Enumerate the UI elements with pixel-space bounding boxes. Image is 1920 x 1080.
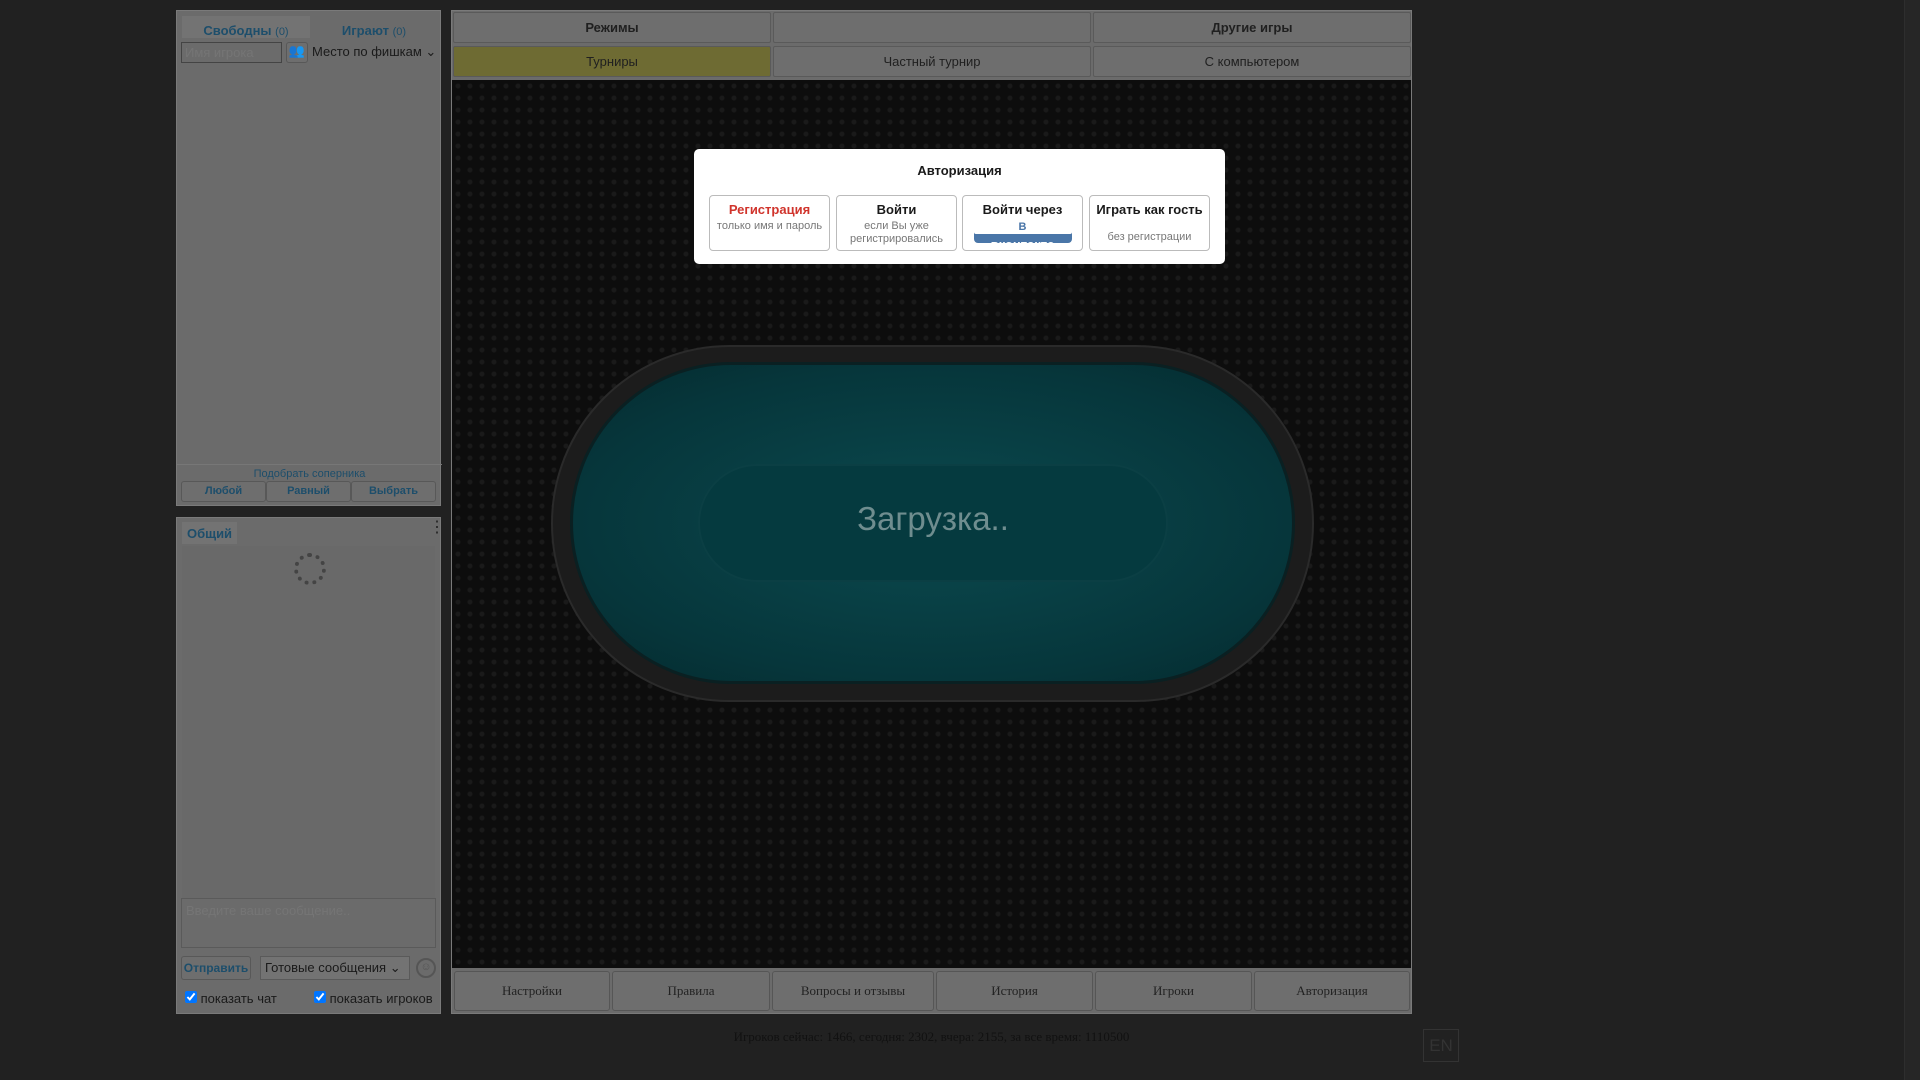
loading-text: Загрузка.. [857, 500, 1009, 537]
tab-empty[interactable] [773, 12, 1091, 43]
show-chat-checkbox[interactable]: показать чат [185, 991, 277, 1006]
chevron-down-icon: ⌄ [389, 960, 401, 975]
loading-spinner-icon [294, 553, 326, 585]
tab-modes[interactable]: Режимы [453, 12, 771, 43]
nav-auth[interactable]: Авторизация [1254, 971, 1410, 1011]
chevron-down-icon: ⌄ [425, 44, 437, 59]
match-title: Подобрать соперника [177, 464, 442, 480]
nav-rules[interactable]: Правила [612, 971, 770, 1011]
match-any-button[interactable]: Любой [181, 481, 266, 502]
vk-logo-icon: В вконтакте [973, 221, 1072, 251]
online-stats: Игроков сейчас: 1466, сегодня: 2302, вче… [733, 1029, 1130, 1044]
auth-modal-title: Авторизация [917, 163, 1002, 178]
tab-private-tournament[interactable]: Частный турнир [773, 46, 1091, 77]
nav-history[interactable]: История [936, 971, 1093, 1011]
more-menu-icon[interactable]: ⋮ [429, 520, 445, 536]
player-search-input[interactable] [181, 42, 282, 63]
tab-free[interactable]: Свободны (0) [182, 16, 310, 38]
match-equal-button[interactable]: Равный [266, 481, 351, 502]
tab-general-chat[interactable]: Общий [182, 522, 237, 544]
login-option[interactable]: Войти если Вы уже регистрировались [836, 195, 957, 251]
emoji-icon[interactable]: ☺ [416, 958, 436, 978]
nav-feedback[interactable]: Вопросы и отзывы [772, 971, 934, 1011]
friends-button[interactable]: 👥 [286, 42, 308, 63]
ready-messages-select[interactable]: Готовые сообщения ⌄ [260, 956, 410, 980]
scrollbar[interactable] [1904, 0, 1920, 1080]
chat-messages [182, 546, 435, 911]
chat-panel: Общий ⋮ Отправить Готовые сообщения ⌄ ☺ … [176, 517, 445, 1014]
show-chat-check[interactable] [185, 991, 197, 1003]
nav-settings[interactable]: Настройки [454, 971, 610, 1011]
players-panel: Свободны (0) Играют (0) 👥 Место по фишка… [176, 10, 442, 506]
chat-message-input[interactable] [181, 898, 436, 948]
auth-modal: Авторизация Регистрация только имя и паро… [694, 149, 1225, 264]
show-players-check[interactable] [314, 991, 326, 1003]
register-option[interactable]: Регистрация только имя и пароль [709, 195, 830, 251]
language-button[interactable]: EN [1423, 1029, 1459, 1062]
match-choose-button[interactable]: Выбрать [351, 481, 436, 502]
nav-players[interactable]: Игроки [1095, 971, 1252, 1011]
tab-other-games[interactable]: Другие игры [1093, 12, 1411, 43]
guest-option[interactable]: Играть как гость без регистрации [1089, 195, 1210, 251]
tab-tournaments[interactable]: Турниры [453, 46, 771, 77]
send-button[interactable]: Отправить [181, 956, 251, 980]
show-players-checkbox[interactable]: показать игроков [314, 991, 433, 1006]
sort-select[interactable]: Место по фишкам ⌄ [312, 44, 440, 60]
tab-vs-computer[interactable]: С компьютером [1093, 46, 1411, 77]
tab-playing[interactable]: Играют (0) [310, 16, 438, 38]
people-icon: 👥 [288, 43, 306, 58]
vk-login-option[interactable]: Войти через В вконтакте [962, 195, 1083, 251]
